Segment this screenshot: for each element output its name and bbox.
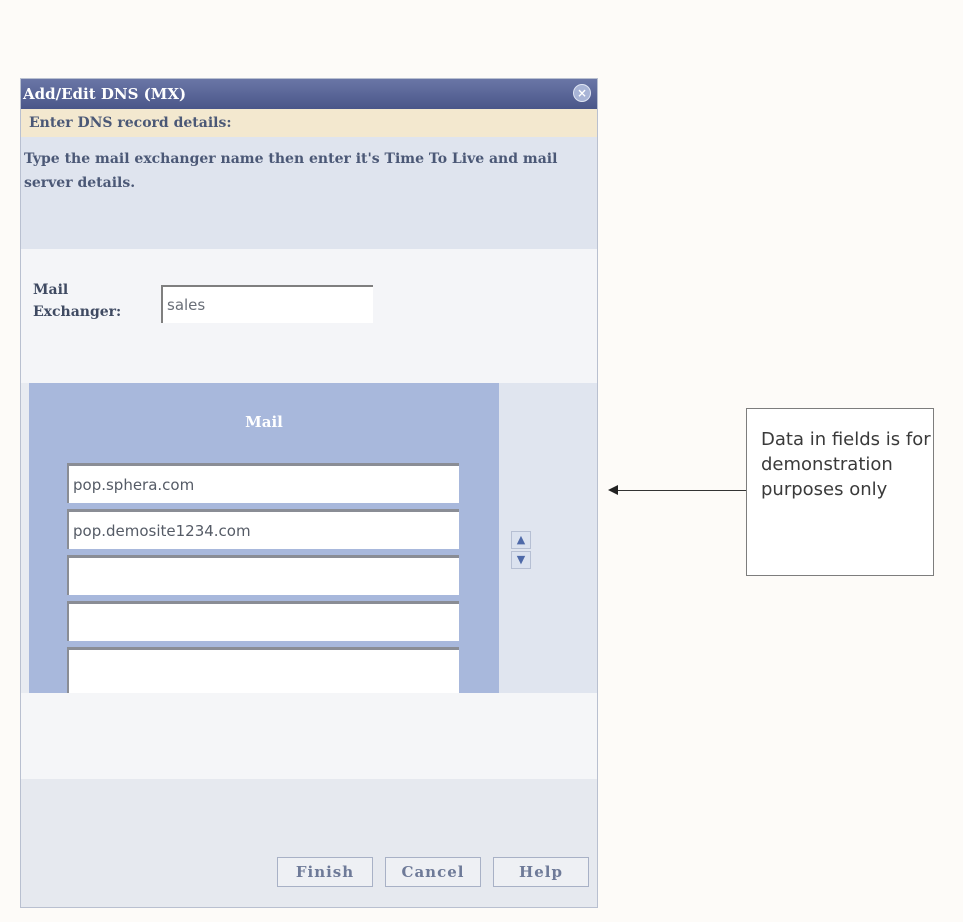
mail-server-field-1[interactable] <box>67 463 459 503</box>
mail-servers-panel: Mail <box>29 383 499 693</box>
mail-header: Mail <box>245 413 283 431</box>
spacer-area <box>21 693 597 779</box>
finish-button[interactable]: Finish <box>277 857 373 887</box>
mail-exchanger-section: Mail Exchanger: <box>21 249 597 383</box>
mail-server-field-5[interactable] <box>67 647 459 693</box>
callout-arrow-line <box>616 490 746 491</box>
instructions-text: Type the mail exchanger name then enter … <box>21 137 597 249</box>
callout-arrow-head <box>608 485 618 495</box>
mail-server-field-4[interactable] <box>67 601 459 641</box>
help-button[interactable]: Help <box>493 857 589 887</box>
close-icon[interactable]: × <box>573 84 591 102</box>
dialog-title-bar[interactable]: Add/Edit DNS (MX) × <box>21 79 597 109</box>
dialog-title: Add/Edit DNS (MX) <box>23 85 187 103</box>
mail-exchanger-label: Mail Exchanger: <box>33 282 122 320</box>
mail-server-field-3[interactable] <box>67 555 459 595</box>
mail-server-field-2[interactable] <box>67 509 459 549</box>
section-header: Enter DNS record details: <box>21 109 597 137</box>
button-bar: Finish Cancel Help <box>21 779 597 907</box>
mail-exchanger-input[interactable] <box>161 285 373 323</box>
arrow-up-icon[interactable]: ▲ <box>511 531 531 549</box>
dns-mx-dialog: Add/Edit DNS (MX) × Enter DNS record det… <box>20 78 598 908</box>
arrow-down-icon[interactable]: ▼ <box>511 551 531 569</box>
reorder-controls: ▲ ▼ <box>499 383 597 693</box>
cancel-button[interactable]: Cancel <box>385 857 481 887</box>
demonstration-callout: Data in fields is for demonstration purp… <box>746 408 934 576</box>
